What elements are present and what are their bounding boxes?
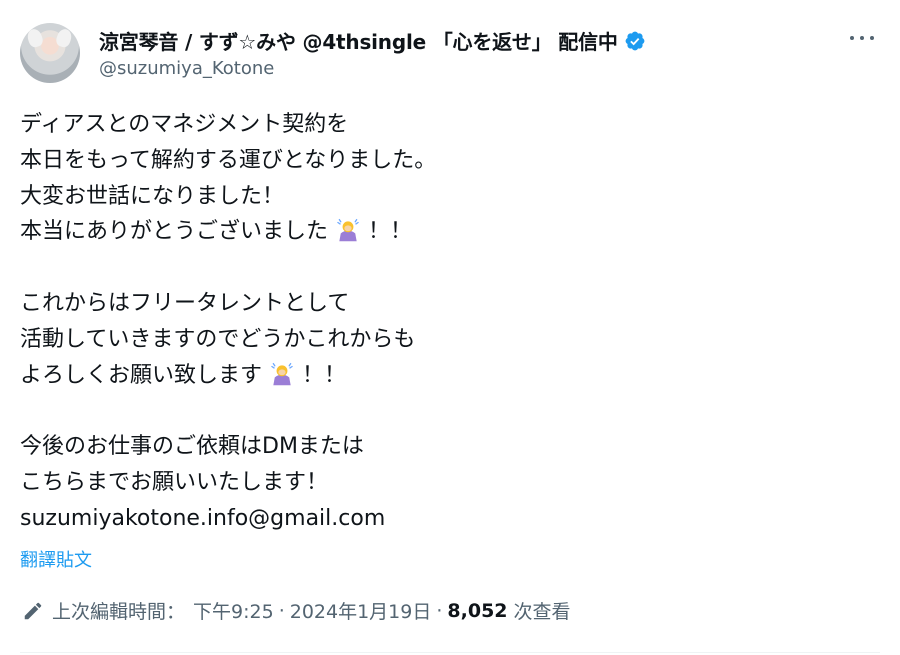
author-handle[interactable]: @suzumiya_Kotone — [99, 58, 274, 79]
post-line: よろしくお願い致します ！！ — [20, 358, 860, 394]
person-bowing-emoji — [271, 362, 293, 385]
avatar[interactable] — [20, 23, 80, 83]
views-count: 8,052 — [447, 599, 508, 622]
divider — [20, 652, 880, 653]
post-line: これからはフリータレントとして — [20, 290, 350, 316]
separator-dot: · — [278, 599, 285, 622]
separator-dot: · — [436, 599, 443, 622]
post-date[interactable]: 2024年1月19日 — [290, 597, 432, 624]
post-line: 活動していきますのでどうかこれからも — [20, 326, 416, 352]
edited-label[interactable]: 上次編輯時間： — [52, 597, 185, 624]
pencil-icon[interactable] — [22, 600, 44, 622]
more-options-icon[interactable] — [846, 26, 878, 50]
post-line: 本当にありがとうございました ！！ — [20, 214, 860, 250]
post-line: ディアスとのマネジメント契約を — [20, 112, 349, 137]
person-bowing-emoji — [337, 219, 359, 242]
name-row: 涼宮琴音 / すず☆みや @4thsingle 「心を返せ」 配信中 — [99, 26, 646, 55]
post-header: 涼宮琴音 / すず☆みや @4thsingle 「心を返せ」 配信中 @suzu… — [20, 20, 880, 90]
post-line: こちらまでお願いいたします！ — [20, 469, 329, 495]
translate-post-link[interactable]: 翻譯貼文 — [20, 546, 92, 572]
author-display-name[interactable]: 涼宮琴音 / すず☆みや @4thsingle 「心を返せ」 配信中 — [99, 26, 618, 55]
post-line: 大変お世話になりました！ — [20, 183, 285, 209]
post-line-text: よろしくお願い致します — [20, 362, 263, 388]
views-label: 次查看 — [513, 601, 571, 623]
post-line-email: suzumiyakotone.info@gmail.com — [20, 505, 386, 531]
post-line-text: 本当にありがとうございました — [20, 219, 329, 245]
post-text: ディアスとのマネジメント契約を 本日をもって解約する運びとなりました。 大変お世… — [20, 107, 860, 537]
post-line: 本日をもって解約する運びとなりました。 — [20, 147, 437, 173]
post-line: 今後のお仕事のご依頼はDMまたは — [20, 434, 364, 460]
post-time[interactable]: 下午9:25 — [193, 597, 274, 624]
verified-badge-icon — [625, 31, 645, 50]
post-line-text: ！！ — [302, 362, 347, 388]
post-line-text: ！！ — [368, 219, 413, 245]
post-meta: 上次編輯時間： 下午9:25 · 2024年1月19日 · 8,052 次查看 — [22, 597, 571, 624]
